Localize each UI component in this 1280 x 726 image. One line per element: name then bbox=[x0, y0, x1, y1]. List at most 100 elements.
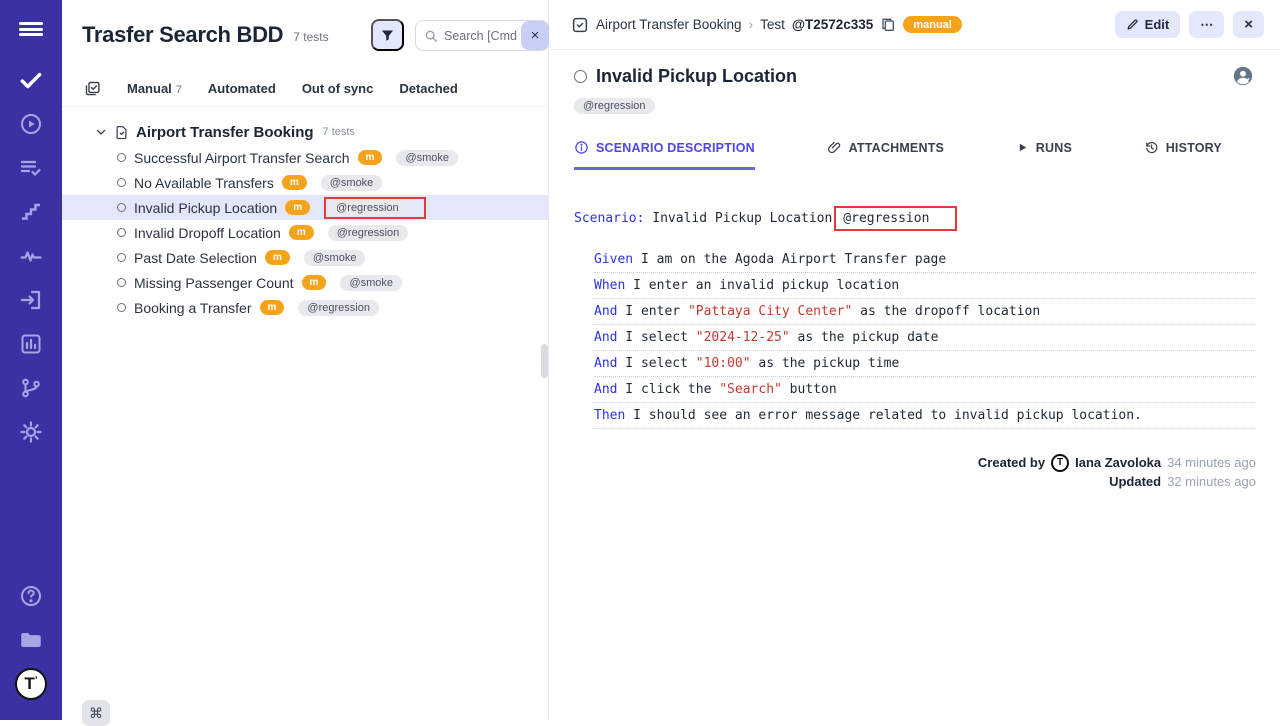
test-name: No Available Transfers bbox=[134, 175, 274, 191]
tag-pill[interactable]: @regression bbox=[298, 300, 379, 316]
testomat-logo: Tʼ bbox=[15, 668, 47, 700]
funnel-icon bbox=[380, 28, 395, 43]
tag-pill[interactable]: @smoke bbox=[321, 175, 383, 191]
test-row[interactable]: Invalid Dropoff Location m @regression bbox=[62, 220, 548, 245]
tag-pill[interactable]: @regression bbox=[327, 200, 408, 216]
keyboard-shortcut-hint[interactable]: ⌘ bbox=[82, 700, 110, 726]
tag-pill[interactable]: @smoke bbox=[340, 275, 402, 291]
test-status-icon bbox=[117, 303, 126, 312]
app-sidebar-rail: Tʼ bbox=[0, 0, 62, 720]
tab-manual[interactable]: Manual7 bbox=[127, 81, 182, 96]
rail-item-import[interactable] bbox=[0, 278, 62, 322]
author-avatar[interactable]: T bbox=[1051, 454, 1069, 472]
rail-item-help[interactable] bbox=[0, 574, 62, 618]
test-row[interactable]: Booking a Transfer m @regression bbox=[62, 295, 548, 320]
test-meta: Created by T Iana Zavoloka 34 minutes ag… bbox=[574, 453, 1256, 491]
gherkin-step: And I select "2024-12-25" as the pickup … bbox=[594, 325, 1256, 351]
tag-pill[interactable]: @smoke bbox=[396, 150, 458, 166]
created-by-label: Created by bbox=[978, 455, 1045, 470]
manual-badge: m bbox=[282, 175, 307, 190]
test-id: @T2572c335 bbox=[792, 17, 873, 32]
close-detail-button[interactable]: × bbox=[1233, 11, 1264, 38]
tag-pill[interactable]: @smoke bbox=[304, 250, 366, 266]
test-row[interactable]: Past Date Selection m @smoke bbox=[62, 245, 548, 270]
rail-item-runs[interactable] bbox=[0, 102, 62, 146]
tag-highlight-box: @regression bbox=[324, 197, 426, 219]
gherkin-step: And I click the "Search" button bbox=[594, 377, 1256, 403]
pulse-icon bbox=[19, 244, 43, 268]
detail-tabs: SCENARIO DESCRIPTION ATTACHMENTS RUNS HI… bbox=[574, 140, 1222, 170]
breadcrumb-separator: › bbox=[749, 17, 754, 32]
test-row-selected[interactable]: Invalid Pickup Location m @regression bbox=[62, 195, 548, 220]
assignee-button[interactable] bbox=[1232, 65, 1254, 87]
rail-item-branches[interactable] bbox=[0, 366, 62, 410]
feature-tests-count: 7 tests bbox=[323, 126, 355, 138]
pencil-icon bbox=[1126, 18, 1139, 31]
play-icon bbox=[1016, 141, 1029, 154]
rail-item-projects[interactable] bbox=[0, 618, 62, 662]
test-tree: Airport Transfer Booking 7 tests Success… bbox=[62, 107, 548, 320]
feature-file-icon bbox=[114, 124, 129, 141]
manual-badge: m bbox=[285, 200, 310, 215]
gherkin-step: Given I am on the Agoda Airport Transfer… bbox=[594, 247, 1256, 273]
folder-icon bbox=[18, 627, 44, 653]
manual-badge: m bbox=[289, 225, 314, 240]
rail-item-reports[interactable] bbox=[0, 322, 62, 366]
tag-pill[interactable]: @regression bbox=[574, 98, 655, 114]
chevron-down-icon bbox=[95, 126, 107, 138]
test-tags: @regression bbox=[574, 96, 1256, 114]
menu-button[interactable] bbox=[0, 0, 62, 58]
tab-out-of-sync[interactable]: Out of sync bbox=[302, 81, 374, 96]
tab-attachments[interactable]: ATTACHMENTS bbox=[827, 140, 944, 170]
test-row[interactable]: Successful Airport Transfer Search m @sm… bbox=[62, 145, 548, 170]
sign-in-icon bbox=[19, 288, 43, 312]
test-status-icon bbox=[117, 178, 126, 187]
panel-resize-handle[interactable] bbox=[541, 344, 548, 378]
filter-button[interactable] bbox=[371, 19, 404, 51]
rail-item-analytics[interactable] bbox=[0, 234, 62, 278]
rail-item-steps[interactable] bbox=[0, 190, 62, 234]
test-status-icon bbox=[117, 153, 126, 162]
breadcrumb-test-label: Test bbox=[760, 17, 785, 32]
test-name: Invalid Dropoff Location bbox=[134, 225, 281, 241]
test-status-icon bbox=[117, 253, 126, 262]
test-row[interactable]: Missing Passenger Count m @smoke bbox=[62, 270, 548, 295]
tab-detached[interactable]: Detached bbox=[399, 81, 458, 96]
updated-line: Updated 32 minutes ago bbox=[574, 472, 1256, 491]
multi-select-icon[interactable] bbox=[84, 80, 101, 97]
info-icon bbox=[574, 140, 589, 155]
paperclip-icon bbox=[827, 140, 842, 155]
more-button[interactable]: ⋯ bbox=[1189, 11, 1224, 38]
rail-item-tests[interactable] bbox=[0, 58, 62, 102]
person-check-icon bbox=[1232, 65, 1254, 87]
copy-icon[interactable] bbox=[880, 17, 896, 33]
tab-automated[interactable]: Automated bbox=[208, 81, 276, 96]
test-detail-panel: Airport Transfer Booking › Test @T2572c3… bbox=[550, 0, 1280, 720]
scenario-name: Invalid Pickup Location bbox=[644, 211, 832, 226]
left-panel-header: Trasfer Search BDD 7 tests × bbox=[62, 0, 548, 70]
breadcrumb-feature[interactable]: Airport Transfer Booking bbox=[596, 17, 742, 32]
test-row[interactable]: No Available Transfers m @smoke bbox=[62, 170, 548, 195]
check-icon bbox=[18, 67, 44, 93]
scenario-steps: Given I am on the Agoda Airport Transfer… bbox=[594, 247, 1256, 429]
tag-pill[interactable]: @regression bbox=[328, 225, 409, 241]
scenario-tag-highlight: @regression bbox=[834, 206, 957, 231]
tab-scenario-description[interactable]: SCENARIO DESCRIPTION bbox=[574, 140, 755, 170]
feature-row[interactable]: Airport Transfer Booking 7 tests bbox=[62, 119, 548, 145]
manual-badge: m bbox=[260, 300, 285, 315]
rail-item-plans[interactable] bbox=[0, 146, 62, 190]
scenario-title-line: Scenario: Invalid Pickup Location@regres… bbox=[574, 206, 1256, 231]
rail-item-settings[interactable] bbox=[0, 410, 62, 454]
manual-badge: m bbox=[358, 150, 383, 165]
rail-item-account[interactable]: Tʼ bbox=[0, 662, 62, 706]
tab-runs[interactable]: RUNS bbox=[1016, 140, 1072, 170]
tab-history[interactable]: HISTORY bbox=[1144, 140, 1222, 170]
hamburger-icon bbox=[19, 20, 43, 39]
panel-close-button[interactable]: × bbox=[521, 21, 549, 50]
updated-ago: 32 minutes ago bbox=[1167, 474, 1256, 489]
edit-button[interactable]: Edit bbox=[1115, 11, 1181, 38]
test-status-icon bbox=[574, 70, 587, 83]
steps-icon bbox=[19, 200, 43, 224]
suite-title: Trasfer Search BDD bbox=[82, 22, 283, 48]
help-icon bbox=[19, 584, 43, 608]
